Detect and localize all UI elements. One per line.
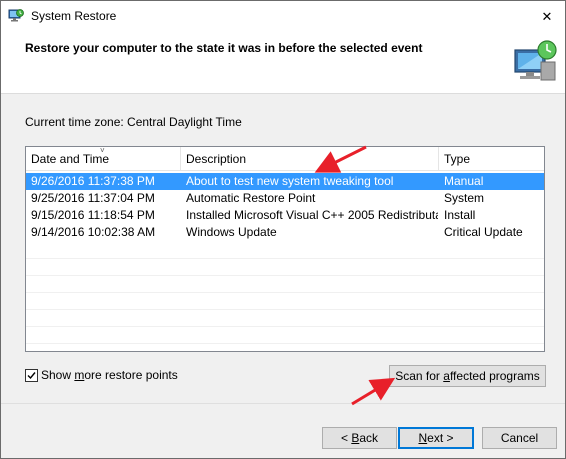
column-header-date-label: Date and Time: [31, 152, 110, 166]
list-header: ˅ Date and Time Description Type: [26, 147, 544, 171]
title-bar: System Restore ✕: [1, 1, 565, 32]
row-gridline: [26, 258, 544, 259]
row-type: Critical Update: [444, 225, 523, 239]
back-button[interactable]: < Back: [322, 427, 397, 449]
column-header-description[interactable]: Description: [181, 147, 439, 171]
restore-points-list[interactable]: ˅ Date and Time Description Type 9/26/20…: [25, 146, 545, 352]
row-type: System: [444, 191, 485, 205]
footer-divider: [1, 403, 565, 404]
system-restore-window: System Restore ✕ Restore your computer t…: [0, 0, 566, 459]
monitor-restore-icon: [511, 38, 561, 86]
timezone-label: Current time zone: Central Daylight Time: [25, 115, 242, 129]
row-date: 9/25/2016 11:37:04 PM: [31, 191, 155, 205]
row-gridline: [26, 292, 544, 293]
scan-affected-programs-button[interactable]: Scan for affected programs: [389, 365, 546, 387]
show-more-restore-points[interactable]: Show more restore points: [25, 368, 178, 382]
show-more-label: Show more restore points: [41, 368, 178, 382]
next-button[interactable]: Next >: [398, 427, 474, 449]
show-more-checkbox[interactable]: [25, 368, 38, 382]
row-type: Install: [444, 208, 476, 222]
cancel-button[interactable]: Cancel: [482, 427, 557, 449]
table-row[interactable]: 9/15/2016 11:18:54 PM Installed Microsof…: [26, 207, 544, 224]
column-header-type[interactable]: Type: [439, 147, 544, 171]
window-title: System Restore: [31, 9, 117, 23]
row-gridline: [26, 309, 544, 310]
row-description: Windows Update: [186, 225, 277, 239]
column-header-type-label: Type: [444, 152, 471, 166]
row-date: 9/14/2016 10:02:38 AM: [31, 225, 156, 239]
page-title: Restore your computer to the state it wa…: [25, 41, 423, 55]
checkmark-icon: [27, 371, 36, 379]
table-row[interactable]: 9/26/2016 11:37:38 PM About to test new …: [26, 173, 544, 190]
sort-descending-icon: ˅: [100, 146, 105, 155]
row-date: 9/15/2016 11:18:54 PM: [31, 208, 155, 222]
table-row[interactable]: 9/14/2016 10:02:38 AM Windows Update Cri…: [26, 224, 544, 241]
row-description: Installed Microsoft Visual C++ 2005 Redi…: [186, 208, 438, 222]
row-description: About to test new system tweaking tool: [186, 174, 394, 188]
row-date: 9/26/2016 11:37:38 PM: [31, 174, 155, 188]
table-row[interactable]: 9/25/2016 11:37:04 PM Automatic Restore …: [26, 190, 544, 207]
row-gridline: [26, 343, 544, 344]
row-gridline: [26, 326, 544, 327]
column-header-description-label: Description: [186, 152, 247, 166]
row-type: Manual: [444, 174, 484, 188]
system-restore-icon: [8, 8, 24, 24]
row-gridline: [26, 275, 544, 276]
wizard-header: Restore your computer to the state it wa…: [1, 32, 565, 94]
close-button[interactable]: ✕: [529, 1, 565, 32]
row-description: Automatic Restore Point: [186, 191, 316, 205]
close-icon: ✕: [541, 8, 553, 24]
column-header-date[interactable]: ˅ Date and Time: [26, 147, 181, 171]
